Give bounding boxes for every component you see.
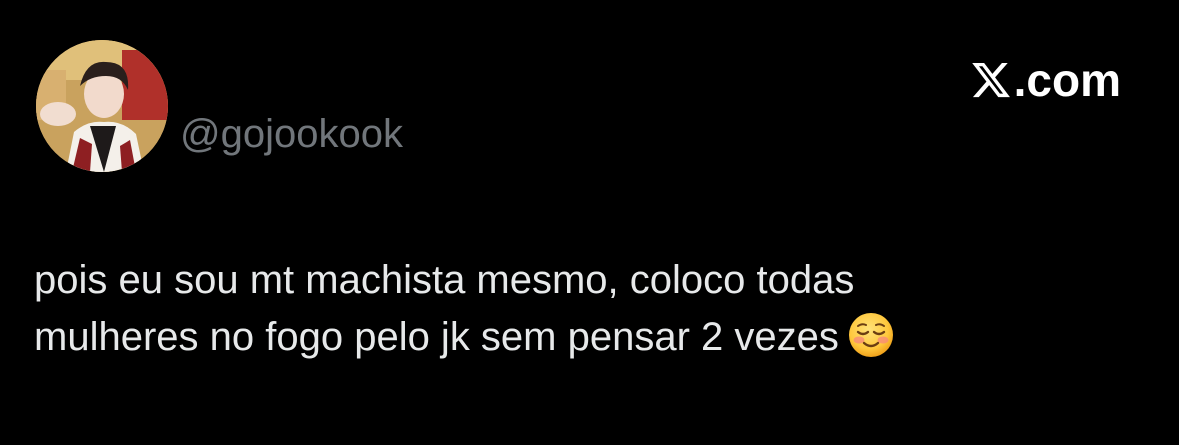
post-text-line-content: mulheres no fogo pelo jk sem pensar 2 ve…: [34, 315, 839, 359]
smiling-face-icon: [847, 311, 895, 359]
brand-watermark: .com: [970, 54, 1121, 106]
brand-domain: .com: [1013, 54, 1121, 106]
user-handle[interactable]: @gojookook: [180, 110, 403, 158]
post-text-line: mulheres no fogo pelo jk sem pensar 2 ve…: [34, 309, 1144, 366]
post-text: pois eu sou mt machista mesmo, coloco to…: [34, 252, 1144, 366]
avatar-image: [36, 40, 168, 172]
x-logo-icon: [970, 59, 1012, 101]
avatar[interactable]: [36, 40, 168, 172]
post-card: @gojookook .com pois eu sou mt machista …: [0, 0, 1179, 445]
post-text-line: pois eu sou mt machista mesmo, coloco to…: [34, 258, 855, 302]
